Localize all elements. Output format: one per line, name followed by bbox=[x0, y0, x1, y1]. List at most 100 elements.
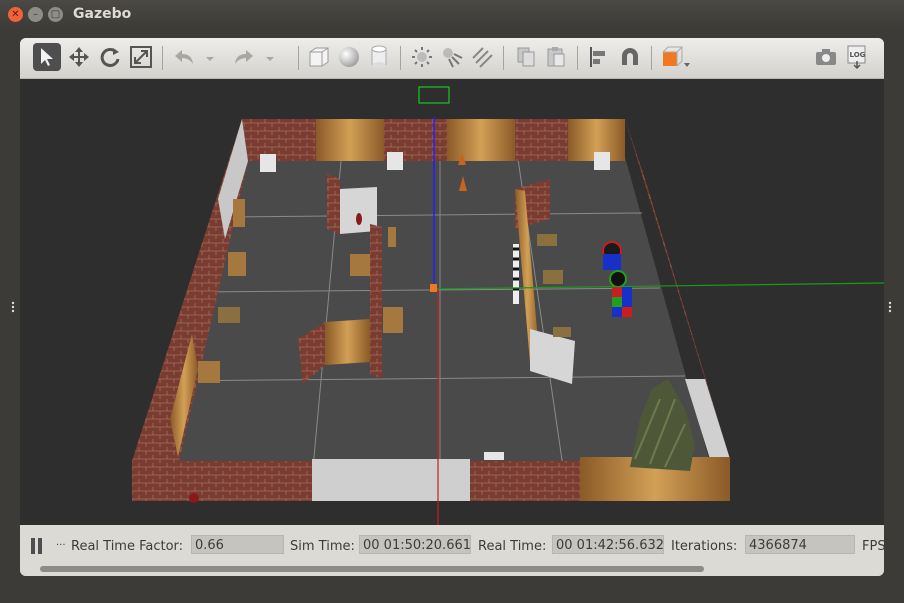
table bbox=[388, 227, 396, 247]
translate-mode-button[interactable] bbox=[65, 43, 93, 71]
toolbar-separator bbox=[577, 46, 578, 70]
real-time-value: 00 01:42:56.632 bbox=[552, 535, 664, 554]
log-button[interactable]: LOG bbox=[843, 43, 871, 71]
scale-mode-button[interactable] bbox=[127, 43, 155, 71]
spot-light-button[interactable] bbox=[438, 43, 466, 71]
toolbar: LOG bbox=[20, 38, 884, 79]
table bbox=[543, 270, 563, 284]
front-wall-door bbox=[312, 459, 470, 501]
translate-mode-icon bbox=[69, 47, 89, 67]
pause-icon-bar bbox=[38, 538, 42, 554]
left-panel-handle[interactable] bbox=[11, 298, 15, 313]
checkerboard bbox=[513, 244, 519, 304]
box-icon bbox=[309, 47, 329, 67]
directional-light-button[interactable] bbox=[468, 43, 496, 71]
rotate-mode-button[interactable] bbox=[96, 43, 124, 71]
real-time-factor-value: 0.66 bbox=[191, 535, 284, 554]
toolbar-separator bbox=[651, 46, 652, 70]
numbered-box bbox=[484, 452, 504, 460]
undo-history-dropdown[interactable] bbox=[202, 43, 218, 71]
back-wall-panel bbox=[447, 119, 515, 161]
colored-block bbox=[612, 287, 622, 297]
interior-wall bbox=[370, 224, 382, 379]
iterations-value: 4366874 bbox=[745, 535, 855, 554]
status-bar: ... Real Time Factor: 0.66 Sim Time: 00 … bbox=[20, 525, 884, 576]
numbered-box bbox=[260, 154, 276, 172]
select-mode-icon bbox=[41, 48, 53, 66]
view-angle-button[interactable] bbox=[658, 43, 694, 71]
directional-light-icon bbox=[472, 47, 493, 68]
pause-icon[interactable] bbox=[31, 538, 35, 554]
align-icon bbox=[590, 47, 605, 67]
log-icon: LOG bbox=[847, 45, 866, 70]
toolbar-separator bbox=[162, 46, 163, 70]
3d-scene-viewport[interactable] bbox=[20, 79, 884, 525]
toolbar-separator bbox=[400, 46, 401, 70]
cylinder-shape-button[interactable] bbox=[365, 43, 393, 71]
title-bar: ✕ – □ Gazebo bbox=[0, 0, 904, 30]
point-light-button[interactable] bbox=[408, 43, 436, 71]
close-window-button[interactable]: ✕ bbox=[8, 7, 23, 22]
gazebo-main-panel: LOG ... Real Time Factor: 0.66 Sim Time:… bbox=[20, 38, 884, 576]
screenshot-button[interactable] bbox=[812, 43, 840, 71]
redo-dropdown-icon bbox=[266, 57, 274, 61]
sphere-shape-button[interactable] bbox=[335, 43, 363, 71]
interior-wall-panel bbox=[325, 319, 370, 365]
view-angle-icon bbox=[662, 46, 690, 67]
table bbox=[350, 254, 370, 276]
paste-button[interactable] bbox=[542, 43, 570, 71]
cylinder-icon bbox=[371, 45, 387, 68]
undo-dropdown-icon bbox=[206, 57, 214, 61]
right-panel-handle[interactable] bbox=[888, 298, 892, 313]
redo-button[interactable] bbox=[230, 43, 258, 71]
table bbox=[537, 234, 557, 246]
sim-time-value: 00 01:50:20.661 bbox=[359, 535, 471, 554]
numbered-box bbox=[387, 152, 403, 170]
table bbox=[198, 361, 220, 383]
log-icon-text: LOG bbox=[850, 51, 866, 59]
align-button[interactable] bbox=[585, 43, 613, 71]
table bbox=[553, 327, 571, 337]
scene-render bbox=[132, 86, 884, 525]
spot-light-icon bbox=[443, 48, 463, 68]
real-time-factor-label: Real Time Factor: bbox=[71, 539, 184, 554]
chair bbox=[189, 493, 199, 503]
table bbox=[218, 307, 240, 323]
table bbox=[228, 252, 246, 276]
maximize-window-button[interactable]: □ bbox=[48, 7, 63, 22]
robot bbox=[430, 284, 437, 292]
redo-history-dropdown[interactable] bbox=[262, 43, 278, 71]
toolbar-separator bbox=[503, 46, 504, 70]
numbered-box bbox=[594, 152, 610, 170]
rotate-mode-icon bbox=[100, 47, 120, 67]
fps-label: FPS: bbox=[862, 539, 884, 554]
toolbar-separator bbox=[298, 46, 299, 70]
copy-button[interactable] bbox=[512, 43, 540, 71]
selection-box bbox=[418, 86, 450, 104]
snap-icon bbox=[622, 48, 638, 65]
select-mode-button[interactable] bbox=[33, 43, 61, 71]
sphere-icon bbox=[339, 47, 359, 67]
colored-block bbox=[622, 297, 632, 307]
minimize-window-button[interactable]: – bbox=[28, 7, 43, 22]
interior-wall bbox=[327, 174, 340, 234]
undo-button[interactable] bbox=[170, 43, 198, 71]
redo-icon bbox=[235, 50, 253, 64]
colored-block bbox=[622, 307, 632, 317]
table bbox=[383, 307, 403, 333]
shelf bbox=[233, 199, 245, 227]
object bbox=[356, 213, 362, 225]
colored-barrel bbox=[609, 270, 627, 288]
colored-block bbox=[603, 254, 621, 270]
colored-block bbox=[622, 287, 632, 297]
box-shape-button[interactable] bbox=[305, 43, 333, 71]
iterations-label: Iterations: bbox=[671, 539, 738, 554]
horizontal-scrollbar[interactable] bbox=[40, 566, 704, 572]
point-light-icon bbox=[412, 47, 432, 67]
step-button[interactable]: ... bbox=[56, 537, 66, 548]
paste-icon bbox=[547, 47, 565, 67]
copy-icon bbox=[517, 47, 535, 67]
snap-button[interactable] bbox=[616, 43, 644, 71]
colored-block bbox=[612, 307, 622, 317]
back-wall-panel bbox=[316, 119, 384, 161]
